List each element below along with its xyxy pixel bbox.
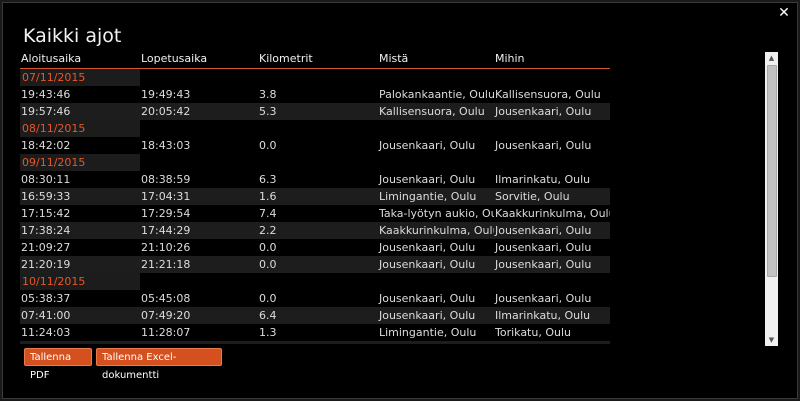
cell-start-time: 18:42:02 (21, 139, 71, 152)
cell-start-time: 17:15:42 (21, 207, 71, 220)
table-row[interactable]: 21:09:27 21:10:26 0.0 Jousenkaari, Oulu Jous… (20, 239, 610, 256)
cell-from: Jousenkaari, Oulu (378, 292, 476, 305)
cell-kilometers: 5.3 (258, 105, 277, 118)
save-excel-button[interactable]: Tallenna Excel-dokumentti (96, 348, 222, 381)
trips-table[interactable]: Aloitusaika Lopetusaika Kilometrit Mistä… (20, 52, 610, 344)
cell-to: Torikatu, Oulu (494, 326, 571, 339)
scrollbar-thumb[interactable] (767, 65, 777, 277)
cell-end-time: 21:10:26 (140, 241, 191, 254)
cell-end-time: 12:10:00 (140, 341, 258, 344)
cell-from: Limingantie, Oulu (378, 326, 477, 339)
table-body: 07/11/2015 19:43:46 19:49:43 3.8 Palokankaan… (20, 69, 610, 344)
cell-end-time: 17:44:29 (140, 224, 191, 237)
cell-start-time: 19:57:46 (21, 105, 71, 118)
vertical-scrollbar[interactable]: ▲ ▼ (765, 52, 778, 346)
cell-to: Jousenkaari, Oulu (494, 258, 592, 271)
cell-from: Taka-lyötyn aukio, Oulu (378, 207, 494, 220)
cell-kilometers: 0.0 (258, 139, 277, 152)
cell-from: Jousenkaari, Oulu (378, 139, 476, 152)
table-row[interactable]: 21:20:19 21:21:18 0.0 Jousenkaari, Oulu Jous… (20, 256, 610, 273)
cell-from: Jousenkaari, Oulu (378, 309, 476, 322)
cell-end-time: 19:49:43 (140, 88, 191, 101)
cell-kilometers: 2.2 (258, 224, 277, 237)
header-kilometers: Kilometrit (258, 52, 313, 65)
cell-kilometers: 6.4 (258, 309, 277, 322)
cell-start-time: 21:09:27 (21, 241, 71, 254)
cell-kilometers: 6.3 (258, 173, 277, 186)
cell-from: Jousenkaari, Oulu (378, 241, 476, 254)
cell-end-time: 17:04:31 (140, 190, 191, 203)
table-row[interactable]: 17:38:24 17:44:29 2.2 Kaakkurinkulma, Oulu J… (20, 222, 610, 239)
table-row[interactable]: 12:04:3612:10:001.6OuluIlmarinkatu, Oulu (20, 341, 610, 344)
table-row[interactable]: 19:57:46 20:05:42 5.3 Kallisensuora, Oulu Jo… (20, 103, 610, 120)
date-group-header: 08/11/2015 (20, 120, 140, 137)
cell-to: Jousenkaari, Oulu (494, 139, 592, 152)
cell-start-time: 11:24:03 (21, 326, 71, 339)
date-group-header: 09/11/2015 (20, 154, 140, 171)
cell-start-time: 17:38:24 (21, 224, 71, 237)
date-group-header: 10/11/2015 (20, 273, 140, 290)
header-to: Mihin (494, 52, 525, 65)
cell-to: Ilmarinkatu, Oulu (494, 341, 610, 344)
cell-start-time: 19:43:46 (21, 88, 71, 101)
cell-from: Kallisensuora, Oulu (378, 105, 485, 118)
cell-to: Ilmarinkatu, Oulu (494, 309, 591, 322)
cell-kilometers: 0.0 (258, 292, 277, 305)
cell-start-time: 16:59:33 (21, 190, 71, 203)
cell-to: Kallisensuora, Oulu (494, 88, 601, 101)
cell-start-time: 08:30:11 (21, 173, 71, 186)
table-row[interactable]: 17:15:42 17:29:54 7.4 Taka-lyötyn aukio, Ou… (20, 205, 610, 222)
cell-kilometers: 0.0 (258, 241, 277, 254)
cell-start-time: 21:20:19 (21, 258, 71, 271)
table-row[interactable]: 08:30:11 08:38:59 6.3 Jousenkaari, Oulu Ilma… (20, 171, 610, 188)
cell-from: Kaakkurinkulma, Oulu (378, 224, 494, 237)
cell-end-time: 17:29:54 (140, 207, 191, 220)
cell-end-time: 18:43:03 (140, 139, 191, 152)
table-row[interactable]: 05:38:37 05:45:08 0.0 Jousenkaari, Oulu Jous… (20, 290, 610, 307)
table-header: Aloitusaika Lopetusaika Kilometrit Mistä… (20, 52, 610, 69)
cell-end-time: 08:38:59 (140, 173, 191, 186)
table-row[interactable]: 07:41:00 07:49:20 6.4 Jousenkaari, Oulu Ilma… (20, 307, 610, 324)
table-row[interactable]: 11:24:03 11:28:07 1.3 Limingantie, Oulu Tori… (20, 324, 610, 341)
cell-start-time: 07:41:00 (21, 309, 71, 322)
cell-end-time: 20:05:42 (140, 105, 191, 118)
table-row[interactable]: 18:42:02 18:43:03 0.0 Jousenkaari, Oulu Jous… (20, 137, 610, 154)
cell-start-time: 12:04:36 (20, 341, 140, 344)
header-start-time: Aloitusaika (21, 52, 82, 65)
cell-kilometers: 1.3 (258, 326, 277, 339)
cell-to: Jousenkaari, Oulu (494, 292, 592, 305)
cell-end-time: 07:49:20 (140, 309, 191, 322)
table-row[interactable]: 16:59:33 17:04:31 1.6 Limingantie, Oulu Sorv… (20, 188, 610, 205)
scroll-down-icon[interactable]: ▼ (765, 334, 778, 346)
cell-end-time: 11:28:07 (140, 326, 191, 339)
cell-end-time: 21:21:18 (140, 258, 191, 271)
cell-to: Jousenkaari, Oulu (494, 105, 592, 118)
cell-from: Oulu (378, 341, 494, 344)
header-end-time: Lopetusaika (140, 52, 208, 65)
dialog-title: Kaikki ajot (23, 25, 122, 47)
cell-kilometers: 1.6 (258, 190, 277, 203)
close-icon[interactable]: ✕ (777, 6, 791, 20)
cell-to: Jousenkaari, Oulu (494, 241, 592, 254)
cell-end-time: 05:45:08 (140, 292, 191, 305)
cell-from: Palokankaantie, Oulu (378, 88, 494, 101)
table-row[interactable]: 19:43:46 19:49:43 3.8 Palokankaantie, Oulu K… (20, 86, 610, 103)
date-group-header: 07/11/2015 (20, 69, 140, 86)
header-from: Mistä (378, 52, 409, 65)
cell-kilometers: 7.4 (258, 207, 277, 220)
cell-from: Jousenkaari, Oulu (378, 173, 476, 186)
cell-from: Jousenkaari, Oulu (378, 258, 476, 271)
cell-kilometers: 3.8 (258, 88, 277, 101)
cell-from: Limingantie, Oulu (378, 190, 477, 203)
cell-to: Sorvitie, Oulu (494, 190, 570, 203)
cell-to: Kaakkurinkulma, Oulu (494, 207, 610, 220)
cell-kilometers: 1.6 (258, 341, 378, 344)
cell-to: Jousenkaari, Oulu (494, 224, 592, 237)
cell-start-time: 05:38:37 (21, 292, 71, 305)
cell-to: Ilmarinkatu, Oulu (494, 173, 591, 186)
cell-kilometers: 0.0 (258, 258, 277, 271)
save-pdf-button[interactable]: Tallenna PDF (24, 348, 92, 381)
scroll-up-icon[interactable]: ▲ (765, 52, 778, 64)
